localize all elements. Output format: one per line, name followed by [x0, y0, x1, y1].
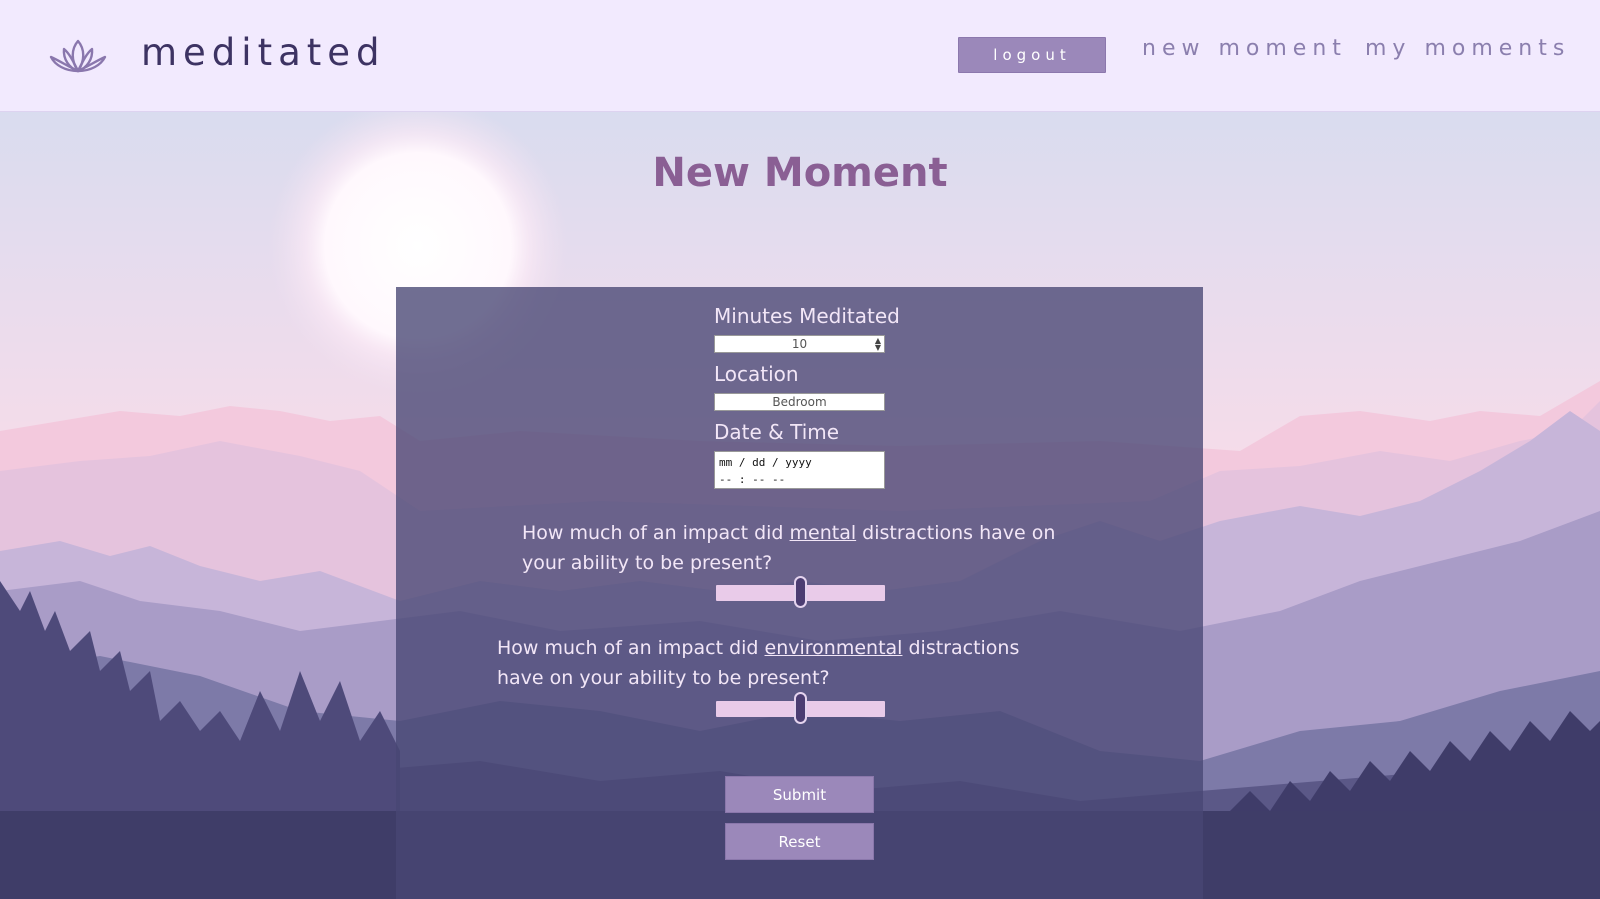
slider-thumb[interactable]	[793, 692, 807, 724]
location-input[interactable]: Bedroom	[714, 393, 885, 411]
question-prefix: How much of an impact did	[497, 637, 765, 659]
nav-new-moment[interactable]: new moment	[1142, 36, 1347, 61]
question-prefix: How much of an impact did	[522, 522, 790, 544]
question-emphasis: environmental	[764, 637, 903, 659]
datetime-label: Date & Time	[714, 420, 840, 444]
slider-thumb[interactable]	[793, 576, 807, 608]
brand-name[interactable]: meditated	[141, 31, 386, 74]
minutes-input[interactable]: 10 ▲ ▼	[714, 335, 885, 353]
spinner-arrows-icon[interactable]: ▲ ▼	[874, 337, 882, 352]
logout-button[interactable]: logout	[958, 37, 1106, 73]
environmental-distraction-slider[interactable]	[716, 692, 885, 724]
datetime-input[interactable]: mm / dd / yyyy -- : -- --	[714, 451, 885, 489]
page-title: New Moment	[652, 150, 948, 196]
nav-my-moments[interactable]: my moments	[1365, 36, 1570, 61]
date-placeholder[interactable]: mm / dd / yyyy	[719, 454, 880, 471]
minutes-label: Minutes Meditated	[714, 304, 900, 328]
site-header: meditated logout new moment my moments	[0, 0, 1600, 112]
mental-distraction-slider[interactable]	[716, 576, 885, 608]
mental-distraction-question: How much of an impact did mental distrac…	[522, 518, 1082, 578]
question-emphasis: mental	[789, 522, 857, 544]
time-placeholder[interactable]: -- : -- --	[719, 471, 880, 488]
environmental-distraction-question: How much of an impact did environmental …	[497, 633, 1057, 693]
submit-button[interactable]: Submit	[725, 776, 874, 813]
minutes-value: 10	[791, 337, 808, 351]
lotus-icon[interactable]	[49, 37, 107, 75]
reset-button[interactable]: Reset	[725, 823, 874, 860]
location-label: Location	[714, 362, 799, 386]
